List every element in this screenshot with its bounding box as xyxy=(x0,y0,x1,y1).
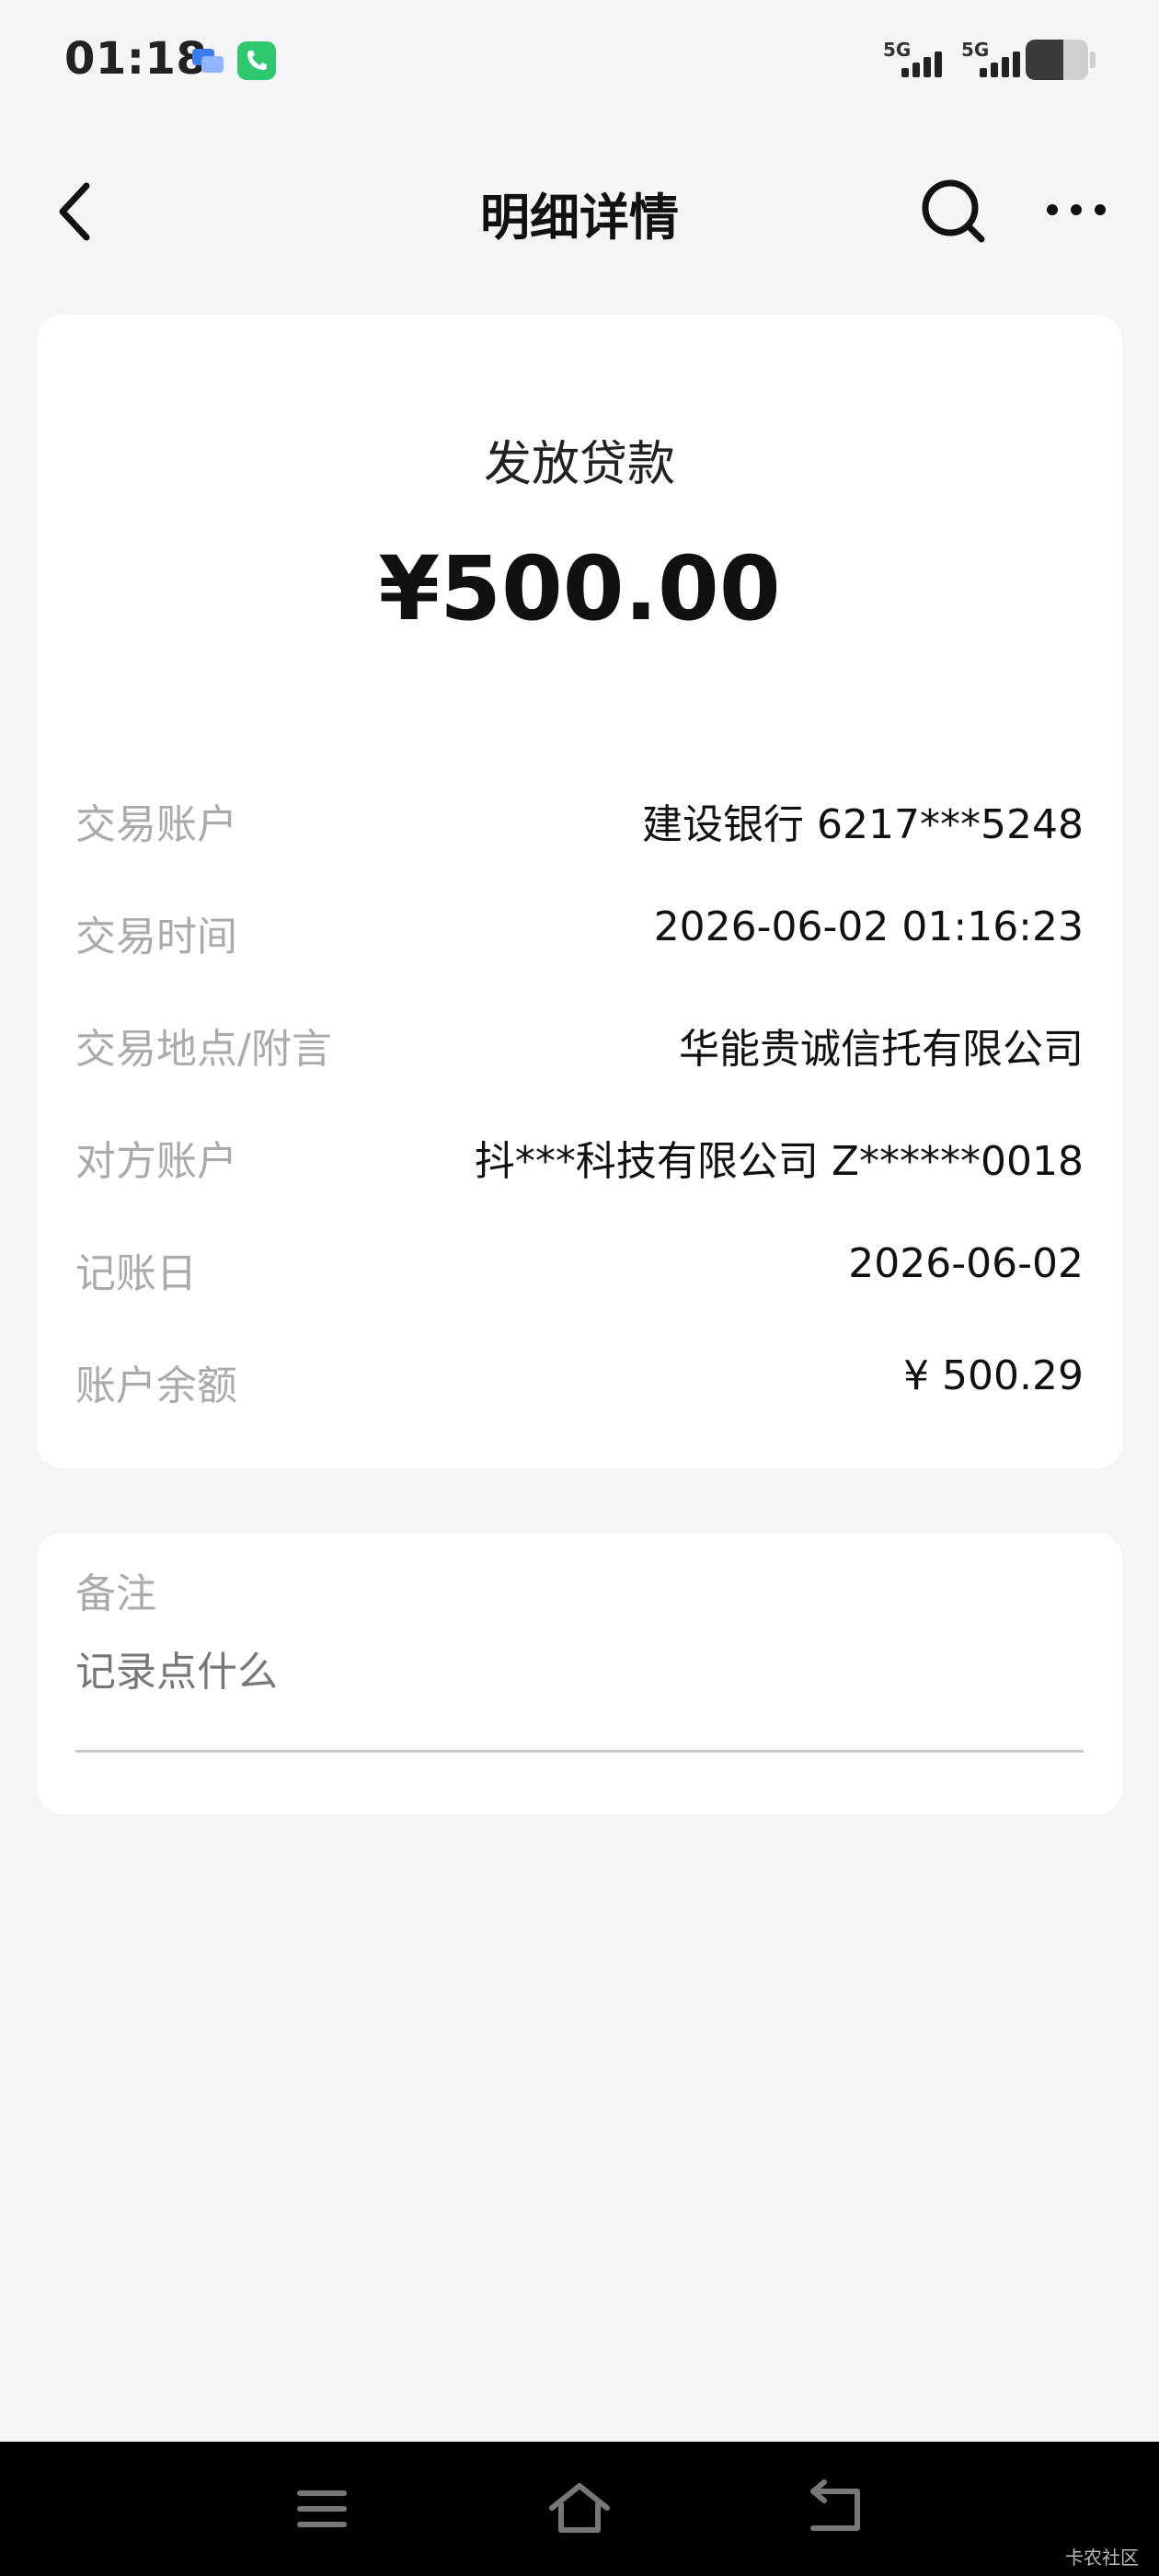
detail-value: 华能贵诚信托有限公司 xyxy=(679,1026,1084,1073)
menu-icon xyxy=(297,2490,347,2527)
more-dots-icon xyxy=(1047,204,1106,215)
notes-underline xyxy=(75,1750,1084,1753)
detail-label: 交易时间 xyxy=(75,914,237,960)
detail-value: 2026-06-02 xyxy=(848,1240,1084,1287)
network-type-label: 5G xyxy=(961,39,990,61)
detail-label: 对方账户 xyxy=(75,1138,237,1185)
search-icon xyxy=(922,179,985,243)
search-button[interactable] xyxy=(915,173,993,250)
transaction-amount: ¥500.00 xyxy=(378,537,781,640)
status-time: 01:18 xyxy=(64,33,208,85)
home-icon xyxy=(549,2483,610,2533)
battery-icon xyxy=(1026,40,1096,80)
nav-bar: 明细详情 xyxy=(0,147,1159,276)
detail-row-account: 交易账户 建设银行 6217***5248 xyxy=(75,791,1084,856)
signal-icon: 5G xyxy=(883,39,946,83)
notes-input[interactable] xyxy=(75,1641,1084,1702)
message-app-icon xyxy=(189,41,227,80)
detail-label: 账户余额 xyxy=(75,1363,237,1409)
watermark: 卡农社区 xyxy=(1065,2547,1139,2569)
phone-call-icon xyxy=(237,41,276,80)
detail-label: 记账日 xyxy=(75,1250,197,1297)
detail-row-counterparty: 对方账户 抖***科技有限公司 Z******0018 xyxy=(75,1128,1084,1192)
detail-label: 交易地点/附言 xyxy=(75,1026,332,1073)
system-back-button[interactable] xyxy=(800,2477,874,2541)
detail-value: ¥ 500.29 xyxy=(903,1352,1084,1399)
status-bar: 01:18 5G 5G xyxy=(0,0,1159,125)
transaction-type: 发放贷款 xyxy=(483,437,675,492)
signal-icon: 5G xyxy=(961,39,1024,83)
more-button[interactable] xyxy=(1039,184,1113,239)
detail-row-time: 交易时间 2026-06-02 01:16:23 xyxy=(75,903,1084,968)
detail-value: 2026-06-02 01:16:23 xyxy=(653,903,1084,950)
detail-row-balance: 账户余额 ¥ 500.29 xyxy=(75,1352,1084,1417)
notes-label: 备注 xyxy=(75,1570,156,1617)
detail-row-posting-date: 记账日 2026-06-02 xyxy=(75,1240,1084,1305)
detail-value: 建设银行 6217***5248 xyxy=(642,801,1084,848)
notes-card: 备注 xyxy=(37,1533,1122,1814)
return-icon xyxy=(810,2479,860,2531)
detail-row-location: 交易地点/附言 华能贵诚信托有限公司 xyxy=(75,1016,1084,1080)
network-type-label: 5G xyxy=(883,39,912,61)
detail-label: 交易账户 xyxy=(75,801,237,848)
system-menu-button[interactable] xyxy=(285,2477,359,2541)
transaction-detail-card: 发放贷款 ¥500.00 交易账户 建设银行 6217***5248 交易时间 … xyxy=(37,315,1122,1468)
detail-value: 抖***科技有限公司 Z******0018 xyxy=(474,1138,1084,1185)
system-nav-bar: 卡农社区 xyxy=(0,2442,1159,2576)
system-home-button[interactable] xyxy=(543,2477,616,2541)
